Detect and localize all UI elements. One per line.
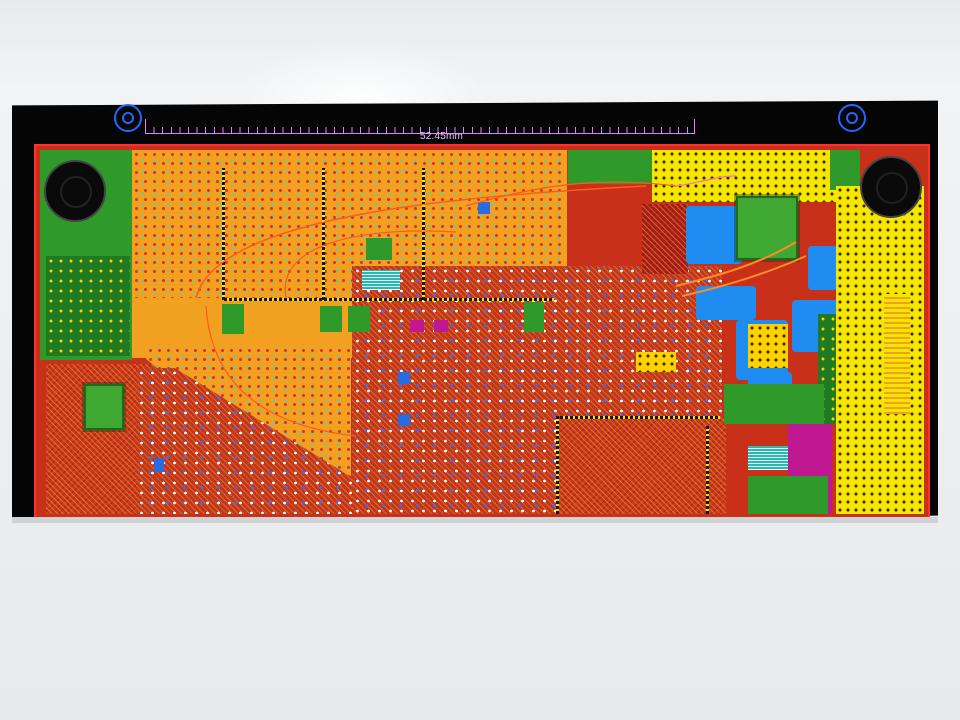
copper-pour-blue bbox=[686, 206, 742, 264]
connector-pads-left bbox=[46, 256, 130, 356]
pad-group bbox=[320, 306, 342, 332]
silkscreen-yellow-right bbox=[836, 186, 924, 514]
pad-group bbox=[366, 238, 392, 260]
pin-header-right bbox=[884, 294, 910, 414]
mounting-hole-icon bbox=[860, 156, 922, 218]
bga-chip-main[interactable] bbox=[736, 196, 798, 260]
bus-trace bbox=[556, 416, 559, 514]
pad-blue bbox=[154, 458, 164, 472]
copper-pour-green-right bbox=[724, 384, 824, 424]
measure-ruler-label: 52.45mm bbox=[420, 131, 464, 142]
silkscreen-yellow-pad bbox=[748, 324, 788, 368]
pad-group bbox=[222, 304, 244, 334]
bus-trace bbox=[706, 426, 709, 514]
bus-trace bbox=[222, 168, 225, 300]
mounting-hole-icon bbox=[44, 160, 106, 222]
pad-group bbox=[524, 302, 544, 332]
target-circle-icon bbox=[838, 104, 866, 132]
copper-pour-red-center bbox=[556, 416, 726, 514]
pad-magenta bbox=[434, 320, 448, 332]
copper-pour-green-right-low bbox=[748, 476, 828, 514]
bus-trace bbox=[422, 168, 425, 300]
silkscreen-yellow-top bbox=[652, 150, 836, 202]
monitor-bottom-edge bbox=[12, 517, 938, 523]
copper-pour-dark-red bbox=[642, 204, 688, 274]
pcb-board[interactable] bbox=[34, 144, 930, 520]
pad-group bbox=[348, 306, 370, 332]
bus-trace bbox=[322, 168, 325, 300]
ic-left-lower[interactable] bbox=[84, 384, 124, 430]
pad-blue bbox=[478, 202, 490, 214]
bus-trace bbox=[224, 298, 554, 301]
silkscreen-yellow-pad bbox=[636, 352, 676, 372]
target-circle-icon bbox=[114, 104, 142, 132]
pad-group bbox=[568, 150, 652, 184]
pad-magenta bbox=[410, 320, 424, 332]
pad-blue bbox=[398, 414, 410, 426]
component-cyan[interactable] bbox=[362, 270, 400, 290]
bus-trace bbox=[560, 416, 720, 419]
pad-blue bbox=[398, 372, 410, 384]
copper-pour-blue bbox=[696, 286, 756, 320]
copper-pour-green-top-right bbox=[830, 150, 860, 190]
